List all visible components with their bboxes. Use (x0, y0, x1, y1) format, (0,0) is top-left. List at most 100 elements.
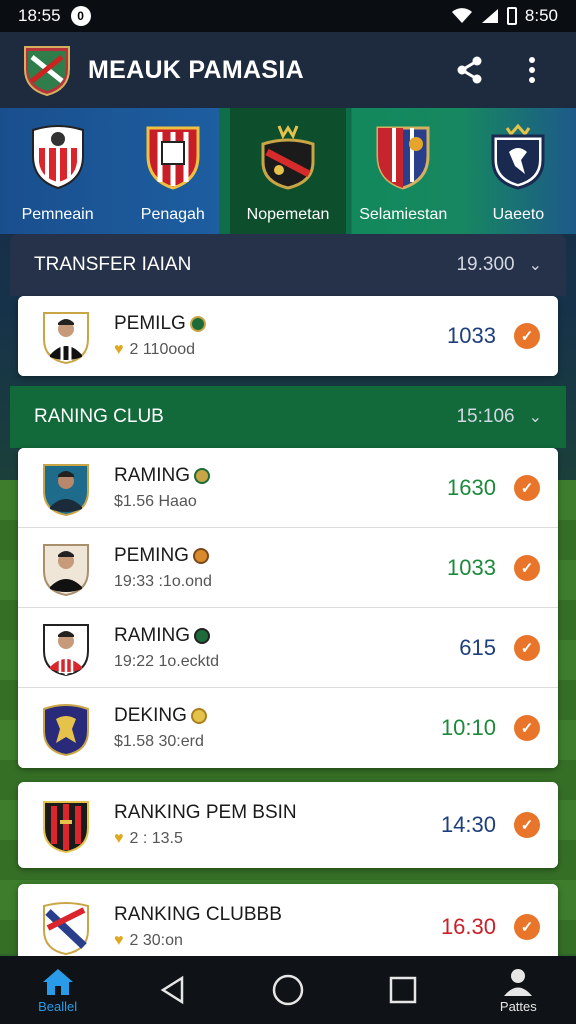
list-item[interactable]: RAMING $1.56 Haao 1630 ✓ (18, 448, 558, 528)
player-value: 1033 (447, 554, 496, 580)
check-icon[interactable]: ✓ (514, 715, 540, 741)
player-value: 1033 (447, 323, 496, 348)
signal-icon (481, 9, 498, 23)
chevron-down-icon: ⌄ (528, 409, 542, 426)
section-value: 19.300 (456, 254, 515, 275)
check-icon[interactable]: ✓ (514, 554, 540, 581)
status-bar: 18:55 0 8:50 (0, 0, 576, 32)
section-value: 15:106 (456, 406, 515, 427)
transfer-list: PEMILG ♥ 2 110ood 1033 ✓ (18, 296, 558, 376)
player-sub: $1.56 Haao (114, 492, 197, 510)
wifi-icon (451, 8, 472, 23)
club-crest-icon (31, 125, 84, 190)
player-avatar-icon (43, 312, 89, 365)
nav-recents-button[interactable] (363, 975, 443, 1005)
heart-icon: ♥ (114, 341, 124, 358)
player-avatar-icon (43, 463, 89, 516)
main-content: TRANSFER IAIAN 19.300 ⌄ PEMILG ♥ 2 110oo… (10, 234, 566, 970)
check-icon[interactable]: ✓ (514, 812, 540, 838)
back-triangle-icon (160, 975, 184, 1005)
battery-icon (506, 7, 517, 25)
club-badge-icon (192, 547, 209, 564)
player-name: RAMING (114, 624, 190, 646)
club-sub: $1.58 30:erd (114, 733, 204, 750)
check-icon[interactable]: ✓ (514, 323, 540, 349)
club-name: DEKING (114, 705, 187, 726)
check-icon[interactable]: ✓ (514, 914, 540, 940)
club-crest-icon (146, 126, 200, 190)
tab-club-1[interactable]: Pemneain (0, 108, 115, 234)
profile-icon (504, 968, 533, 996)
ranking-name: RANKING PEM BSIN (114, 802, 297, 823)
section-header-transfer[interactable]: TRANSFER IAIAN 19.300 ⌄ (10, 234, 566, 296)
tab-club-label: Nopemetan (246, 206, 330, 223)
ranking-value: 14:30 (440, 812, 496, 837)
section-title: TRANSFER IAIAN (34, 254, 192, 275)
ranking-list: RAMING $1.56 Haao 1630 ✓ PEMING 19:33 :1… (18, 448, 558, 768)
section-header-ranking[interactable]: RANING CLUB 15:106 ⌄ (10, 386, 566, 448)
club-badge-icon (189, 316, 206, 332)
nav-home-button[interactable]: Beallel (18, 967, 98, 1014)
tab-club-label: Selamiestan (359, 206, 448, 223)
check-icon[interactable]: ✓ (514, 634, 540, 661)
ranking-card: RANKING PEM BSIN ♥ 2 : 13.5 14:30 ✓ (18, 782, 558, 868)
share-button[interactable] (448, 48, 492, 92)
nav-profile-label: Pattes (499, 998, 537, 1014)
list-item[interactable]: RAMING 19:22 1o.ecktd 615 ✓ (18, 608, 558, 688)
tab-club-4[interactable]: Selamiestan (346, 108, 461, 234)
chevron-down-icon: ⌄ (528, 257, 542, 274)
list-item[interactable]: RANKING PEM BSIN ♥ 2 : 13.5 14:30 ✓ (18, 782, 558, 868)
tab-club-label: Penagah (140, 206, 205, 223)
app-title: MEAUK PAMASIA (88, 55, 304, 84)
club-badge-icon (194, 467, 210, 484)
club-crest-icon (43, 704, 89, 757)
player-sub: 2 110ood (129, 341, 196, 358)
check-icon[interactable]: ✓ (514, 474, 540, 501)
player-sub: 19:33 :1o.ond (114, 572, 212, 590)
app-bar: MEAUK PAMASIA (0, 32, 576, 108)
club-badge-icon (194, 627, 210, 644)
heart-icon: ♥ (114, 830, 124, 847)
list-item[interactable]: DEKING $1.58 30:erd 10:10 ✓ (18, 688, 558, 768)
nav-profile-button[interactable]: Pattes (478, 967, 558, 1014)
recents-square-icon (389, 976, 417, 1004)
player-name: RAMING (114, 464, 190, 486)
tab-club-label: Uaeeto (492, 206, 545, 223)
player-avatar-icon (43, 543, 89, 596)
club-crest-icon (376, 126, 430, 190)
club-crest-icon (43, 801, 89, 854)
club-crest-icon (261, 125, 315, 190)
player-sub: 19:22 1o.ecktd (114, 652, 219, 670)
status-clock: 8:50 (524, 6, 558, 25)
nav-home-label: Beallel (38, 998, 78, 1014)
tab-club-2[interactable]: Penagah (115, 108, 230, 234)
list-item[interactable]: PEMILG ♥ 2 110ood 1033 ✓ (18, 296, 558, 376)
nav-back-button[interactable] (133, 975, 213, 1005)
status-time: 18:55 (18, 6, 61, 25)
tab-club-label: Pemneain (21, 206, 94, 223)
player-value: 1630 (447, 474, 496, 500)
club-value: 10:10 (440, 715, 496, 740)
tab-club-5[interactable]: Uaeeto (461, 108, 576, 234)
club-tabs: Pemneain Penagah Nopemetan Selamiestan U… (0, 108, 576, 234)
tab-club-3[interactable]: Nopemetan (230, 108, 346, 234)
player-avatar-icon (43, 623, 89, 676)
heart-icon: ♥ (114, 932, 124, 949)
club-crest-icon (43, 902, 89, 956)
ranking-sub: 2 : 13.5 (129, 830, 183, 847)
player-name: PEMING (114, 544, 189, 566)
list-item[interactable]: PEMING 19:33 :1o.ond 1033 ✓ (18, 528, 558, 608)
more-options-button[interactable] (510, 48, 554, 92)
player-name: PEMILG (114, 313, 186, 334)
nav-home-circle-button[interactable] (248, 973, 328, 1007)
ranking-sub: 2 30:on (129, 932, 183, 949)
club-crest-icon (491, 123, 545, 190)
more-vert-icon (529, 57, 535, 83)
player-value: 615 (459, 634, 496, 660)
home-icon (42, 968, 73, 995)
share-icon (457, 56, 482, 84)
section-title: RANING CLUB (34, 406, 164, 427)
navigation-bar: Beallel Pattes (0, 956, 576, 1024)
club-badge-icon (190, 708, 207, 724)
home-circle-icon (272, 974, 304, 1006)
